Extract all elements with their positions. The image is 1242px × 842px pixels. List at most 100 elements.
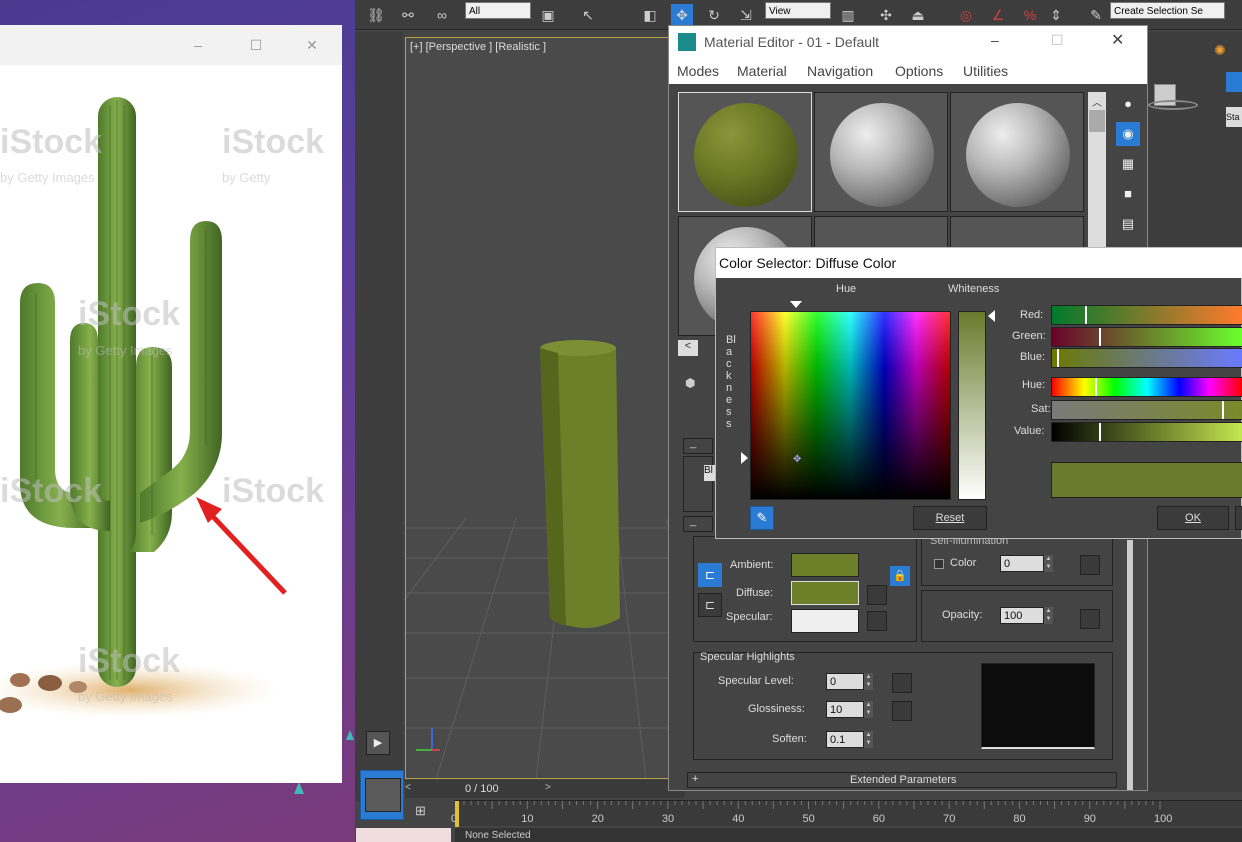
ambient-swatch[interactable] — [791, 553, 859, 577]
scale-icon[interactable]: ⇲ — [735, 4, 757, 26]
whiteness-pointer[interactable] — [988, 310, 995, 322]
sample-slot-2[interactable] — [814, 92, 948, 212]
play-icon[interactable]: ▶ — [366, 731, 390, 755]
menu-utilities[interactable]: Utilities — [963, 63, 1008, 79]
ok-button[interactable]: OK — [1157, 506, 1229, 530]
self-illum-color-checkbox[interactable] — [934, 559, 944, 569]
maximize-icon[interactable]: ☐ — [246, 35, 266, 55]
menu-modes[interactable]: Modes — [677, 63, 719, 79]
select-object-icon[interactable]: ▣ — [537, 4, 559, 26]
link-icon[interactable]: ⛓ — [365, 4, 387, 26]
select-manipulate-icon[interactable]: ✣ — [875, 4, 897, 26]
track-view-icon[interactable]: ⊞ — [415, 803, 439, 823]
close-icon[interactable]: ✕ — [302, 35, 322, 55]
bind-spacewarp-icon[interactable]: ∞ — [431, 4, 453, 26]
reset-button[interactable]: Reset — [913, 506, 987, 530]
opacity-map-button[interactable] — [1080, 609, 1100, 629]
sun-icon[interactable]: ✺ — [1214, 42, 1238, 62]
menu-options[interactable]: Options — [895, 63, 943, 79]
specular-map-button[interactable] — [867, 611, 887, 631]
lock-icon[interactable]: 🔒 — [890, 566, 910, 586]
backlight-icon[interactable]: ◉ — [1116, 122, 1140, 146]
percent-snap-icon[interactable]: % — [1019, 4, 1041, 26]
angle-snap-icon[interactable]: ∠ — [987, 4, 1009, 26]
prev-frame-icon[interactable]: < — [405, 782, 419, 796]
keyboard-shortcut-icon[interactable]: ⏏ — [907, 4, 929, 26]
self-illum-value[interactable]: 0 — [1000, 555, 1044, 572]
time-slider[interactable]: < 0 / 100 > — [405, 780, 685, 798]
specular-level-value[interactable]: 0 — [826, 673, 864, 690]
red-slider[interactable] — [1051, 305, 1242, 325]
sample-type-icon[interactable]: ● — [1116, 92, 1140, 116]
next-frame-icon[interactable]: > — [545, 782, 551, 793]
hue-pointer[interactable] — [790, 301, 802, 308]
background-checker-icon[interactable]: ▦ — [1116, 152, 1140, 176]
track-tick-label: 40 — [732, 813, 745, 825]
slots-hscroll-left[interactable]: < — [678, 340, 698, 356]
window-crossing-icon[interactable]: ◧ — [639, 4, 661, 26]
menu-material[interactable]: Material — [737, 63, 787, 79]
pick-material-icon[interactable]: ⬢ — [685, 376, 695, 390]
soften-value[interactable]: 0.1 — [826, 731, 864, 748]
selection-filter-select[interactable]: All — [465, 2, 531, 19]
minimize-icon[interactable]: – — [188, 35, 208, 55]
glossiness-value[interactable]: 10 — [826, 701, 864, 718]
track-bar[interactable]: 0102030405060708090100 — [451, 800, 1242, 827]
diffuse-map-button[interactable] — [867, 585, 887, 605]
diffuse-swatch[interactable] — [791, 581, 859, 605]
eyedropper-icon[interactable]: ✎ — [750, 506, 774, 530]
glossiness-spinner[interactable]: ▲ ▼ — [864, 701, 873, 718]
sample-uv-tiling-icon[interactable]: ■ — [1116, 182, 1140, 206]
hue-slider[interactable] — [1051, 377, 1242, 397]
hue-blackness-field[interactable]: ✥ — [750, 311, 951, 500]
sat-slider[interactable] — [1051, 400, 1242, 420]
opacity-value[interactable]: 100 — [1000, 607, 1044, 624]
move-icon[interactable]: ✥ — [671, 4, 693, 26]
panel-dropdown[interactable]: Sta — [1226, 107, 1242, 127]
soften-spinner[interactable]: ▲ ▼ — [864, 731, 873, 748]
maximize-icon[interactable]: ☐ — [1051, 32, 1064, 49]
whiteness-field[interactable] — [958, 311, 986, 500]
viewer-titlebar: – ☐ ✕ — [0, 25, 342, 65]
sample-slot-1[interactable] — [678, 92, 812, 212]
glossiness-map-button[interactable] — [892, 701, 912, 721]
lock-ambient-icon[interactable]: ⊏ — [698, 563, 722, 587]
self-illum-map-button[interactable] — [1080, 555, 1100, 575]
snap-toggle-icon[interactable]: ◎ — [955, 4, 977, 26]
rollout-scrollbar[interactable] — [1127, 540, 1133, 790]
specular-swatch[interactable] — [791, 609, 859, 633]
unlink-icon[interactable]: ⚯ — [397, 4, 419, 26]
blue-slider[interactable] — [1051, 348, 1242, 368]
viewcube[interactable] — [1148, 82, 1218, 142]
panel-tab[interactable] — [1226, 72, 1242, 92]
video-color-check-icon[interactable]: ▤ — [1116, 212, 1140, 236]
value-slider[interactable] — [1051, 422, 1242, 442]
named-selection-set-select[interactable]: Create Selection Se — [1110, 2, 1225, 19]
pivot-icon[interactable]: ▥ — [837, 4, 859, 26]
current-frame-marker[interactable] — [455, 801, 459, 827]
opacity-spinner[interactable]: ▲ ▼ — [1044, 607, 1053, 624]
self-illum-spinner[interactable]: ▲ ▼ — [1044, 555, 1053, 572]
rollout-collapse[interactable]: _ — [683, 437, 713, 454]
specular-level-spinner[interactable]: ▲ ▼ — [864, 673, 873, 690]
cancel-button-partial[interactable] — [1235, 506, 1242, 530]
rollout-collapse[interactable]: _ — [683, 515, 713, 532]
menu-navigation[interactable]: Navigation — [807, 63, 873, 79]
rotate-icon[interactable]: ↻ — [703, 4, 725, 26]
reference-coordinate-select[interactable]: View — [765, 2, 831, 19]
spinner-snap-icon[interactable]: ⇕ — [1045, 4, 1067, 26]
minimize-icon[interactable]: – — [991, 32, 999, 48]
sample-slot-3[interactable] — [950, 92, 1084, 212]
specular-level-map-button[interactable] — [892, 673, 912, 693]
perspective-viewport[interactable]: [+] [Perspective ] [Realistic ] — [405, 37, 675, 779]
extended-parameters-rollout[interactable]: + Extended Parameters — [687, 772, 1117, 788]
sample-slot-5[interactable] — [814, 216, 948, 248]
sample-slot-6[interactable] — [950, 216, 1084, 248]
green-slider[interactable] — [1051, 327, 1242, 347]
close-icon[interactable]: ✕ — [1111, 30, 1124, 50]
select-cursor-icon[interactable]: ↖ — [577, 4, 599, 26]
blackness-pointer[interactable] — [741, 452, 748, 464]
link-icon[interactable]: ⊏ — [698, 593, 722, 617]
script-listener-field[interactable] — [356, 828, 451, 842]
edit-named-selection-icon[interactable]: ✎ — [1085, 4, 1107, 26]
